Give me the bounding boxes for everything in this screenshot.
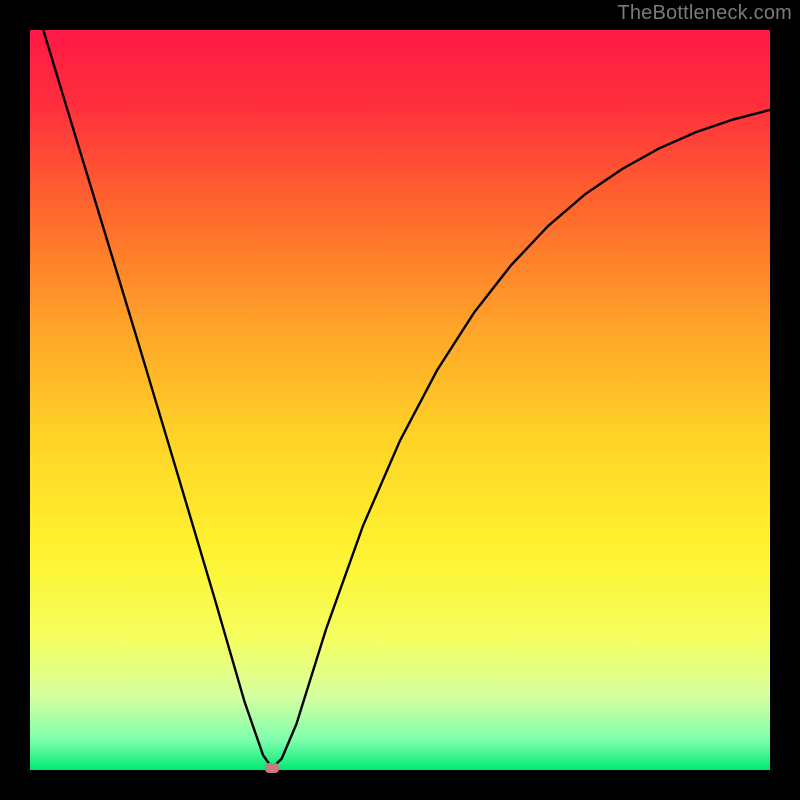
plot-svg bbox=[30, 30, 770, 770]
gradient-background bbox=[30, 30, 770, 770]
attribution-watermark: TheBottleneck.com bbox=[617, 2, 792, 25]
plot-area bbox=[30, 30, 770, 770]
minimum-marker bbox=[265, 763, 279, 773]
chart-frame: TheBottleneck.com bbox=[0, 0, 800, 800]
